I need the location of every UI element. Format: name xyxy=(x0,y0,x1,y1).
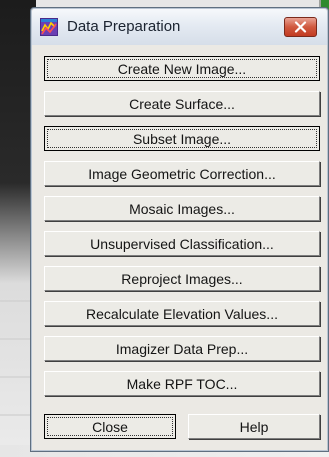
reproject-images-button[interactable]: Reproject Images... xyxy=(44,266,320,291)
help-button[interactable]: Help xyxy=(188,414,320,439)
imagizer-data-prep-button[interactable]: Imagizer Data Prep... xyxy=(44,336,320,361)
image-geometric-correction-button[interactable]: Image Geometric Correction... xyxy=(44,161,320,186)
data-preparation-dialog: Data Preparation Create New Image... Cre… xyxy=(30,7,329,452)
title-bar[interactable]: Data Preparation xyxy=(32,9,327,45)
create-new-image-button[interactable]: Create New Image... xyxy=(44,56,320,81)
create-surface-button[interactable]: Create Surface... xyxy=(44,91,320,116)
make-rpf-toc-button[interactable]: Make RPF TOC... xyxy=(44,371,320,396)
subset-image-button[interactable]: Subset Image... xyxy=(44,126,320,151)
close-icon[interactable] xyxy=(284,17,317,37)
close-button[interactable]: Close xyxy=(44,414,176,439)
mosaic-images-button[interactable]: Mosaic Images... xyxy=(44,196,320,221)
recalculate-elevation-values-button[interactable]: Recalculate Elevation Values... xyxy=(44,301,320,326)
data-preparation-app-icon xyxy=(40,18,58,36)
dialog-title: Data Preparation xyxy=(67,18,181,35)
unsupervised-classification-button[interactable]: Unsupervised Classification... xyxy=(44,231,320,256)
